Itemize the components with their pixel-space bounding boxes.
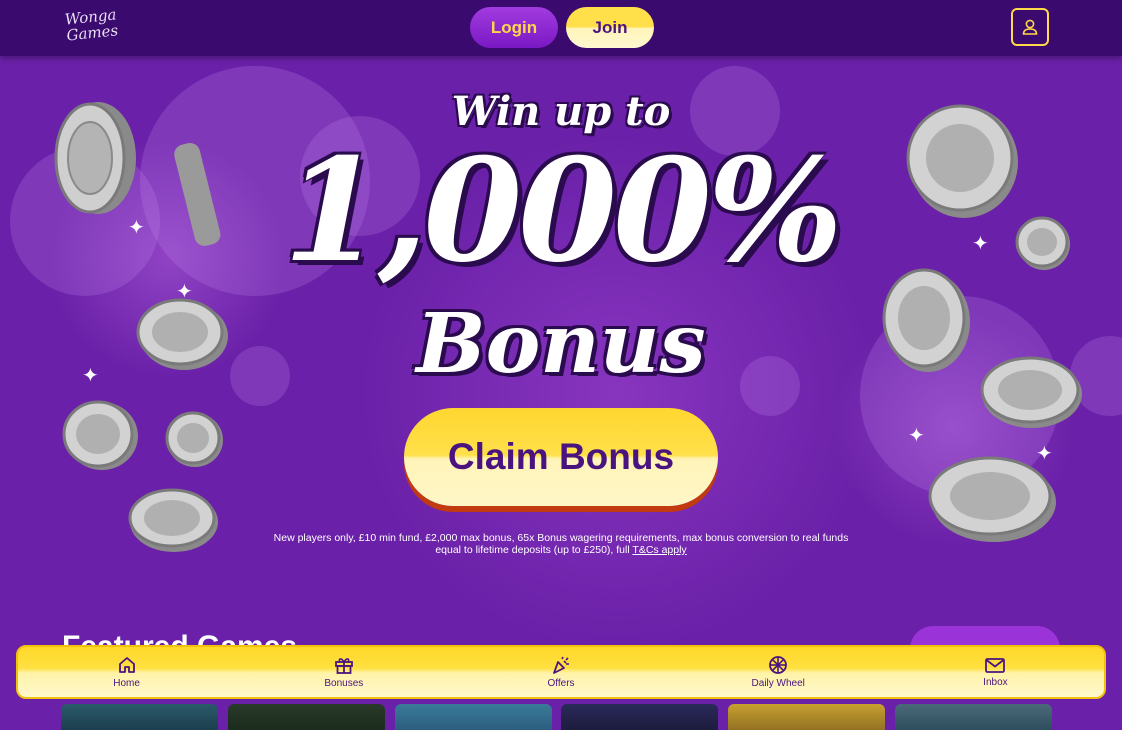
- hero-banner: ✦ ✦ ✦ ✦ ✦ ✦ Win up to 1,000% Bonus Claim…: [0, 56, 1122, 730]
- wonga-games-logo[interactable]: Wonga Games: [64, 5, 119, 51]
- game-thumbnail[interactable]: [61, 704, 218, 730]
- nav-daily-wheel[interactable]: Daily Wheel: [670, 647, 887, 697]
- nav-home-label: Home: [113, 678, 140, 689]
- account-button[interactable]: [1011, 8, 1049, 46]
- game-thumbnail[interactable]: [228, 704, 385, 730]
- coin-image: [165, 411, 223, 467]
- nav-offers-label: Offers: [547, 678, 575, 689]
- coin-image: [62, 400, 138, 470]
- coin-image: [128, 488, 218, 552]
- nav-inbox[interactable]: Inbox: [887, 647, 1104, 697]
- game-thumbnail[interactable]: [895, 704, 1052, 730]
- game-thumbnail[interactable]: [561, 704, 718, 730]
- terms-body: New players only, £10 min fund, £2,000 m…: [273, 532, 849, 556]
- party-popper-icon: [553, 656, 569, 674]
- top-header: Wonga Games Login Join: [0, 0, 1122, 56]
- nav-daily-wheel-label: Daily Wheel: [751, 678, 805, 689]
- nav-home[interactable]: Home: [18, 647, 235, 697]
- terms-text: New players only, £10 min fund, £2,000 m…: [266, 532, 856, 556]
- home-icon: [118, 657, 135, 673]
- sparkle-icon: ✦: [908, 425, 925, 447]
- coin-image: [928, 456, 1056, 542]
- gift-icon: [334, 658, 353, 674]
- terms-link[interactable]: T&Cs apply: [632, 544, 686, 556]
- join-button[interactable]: Join: [566, 7, 654, 48]
- nav-bonuses[interactable]: Bonuses: [235, 647, 452, 697]
- game-thumbnail[interactable]: [395, 704, 552, 730]
- nav-inbox-label: Inbox: [983, 677, 1008, 688]
- logo-line-2: Games: [65, 21, 119, 45]
- claim-bonus-button[interactable]: Claim Bonus: [404, 408, 718, 506]
- bottom-navigation: Home Bonuses Offers Daily Wheel Inbox: [16, 645, 1106, 699]
- hero-headline-percentage: 1,000%: [283, 128, 843, 294]
- nav-bonuses-label: Bonuses: [324, 678, 364, 689]
- user-icon: [1022, 19, 1038, 35]
- mail-icon: [985, 658, 1006, 673]
- sparkle-icon: ✦: [1036, 443, 1053, 465]
- hero-headline-bonus: Bonus: [416, 296, 706, 392]
- wheel-icon: [769, 656, 788, 674]
- game-thumbnail[interactable]: [728, 704, 885, 730]
- nav-offers[interactable]: Offers: [452, 647, 669, 697]
- login-button[interactable]: Login: [470, 7, 558, 48]
